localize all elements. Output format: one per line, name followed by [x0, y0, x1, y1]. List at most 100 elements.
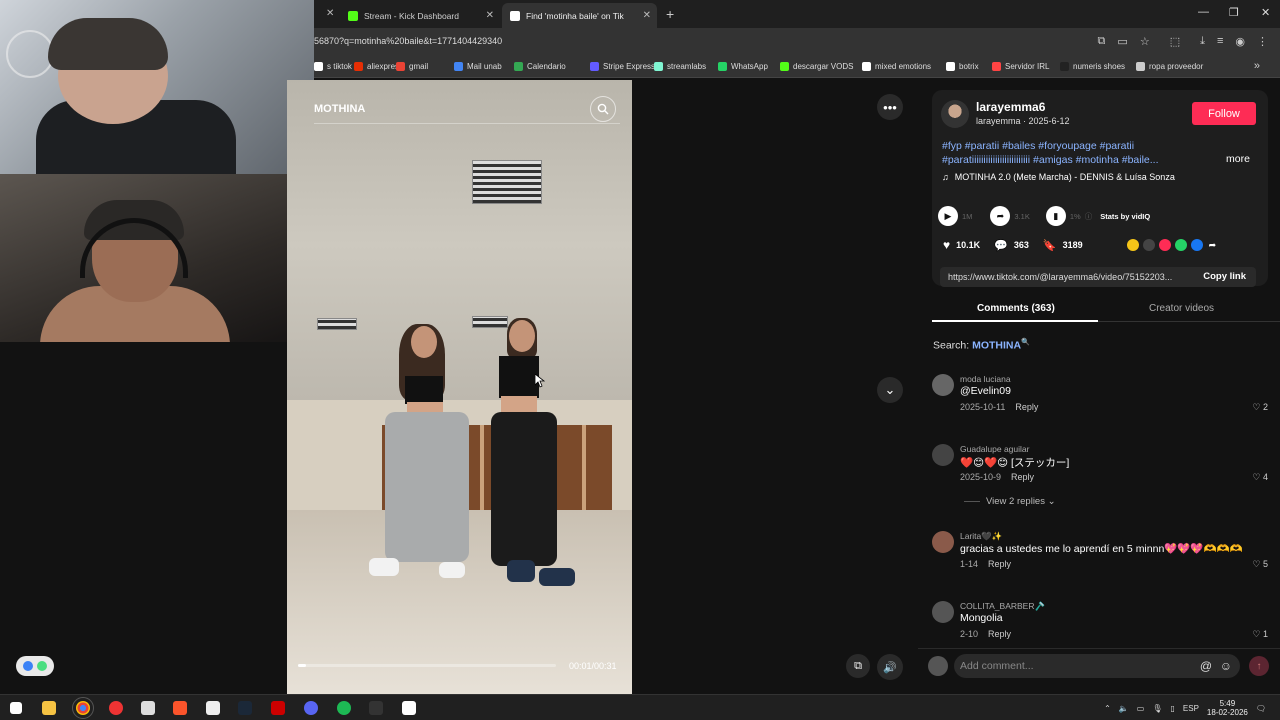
share-arrow-icon[interactable]: ➦: [990, 206, 1011, 226]
bookmarks-overflow-icon[interactable]: »: [1254, 60, 1260, 72]
cast-icon[interactable]: ▭: [1117, 35, 1127, 48]
minimize-icon[interactable]: —: [1198, 6, 1209, 18]
new-tab-button[interactable]: +: [666, 6, 674, 22]
bookmark-item[interactable]: Stripe Express: [590, 62, 655, 71]
send-icon[interactable]: [1158, 239, 1171, 251]
star-icon[interactable]: ☆: [1140, 35, 1150, 48]
bookmark-item[interactable]: Mail unab: [454, 62, 502, 71]
bookmark-item[interactable]: numeris shoes: [1060, 62, 1125, 71]
network-icon[interactable]: ▭: [1137, 704, 1145, 713]
chrome-icon[interactable]: [72, 697, 94, 719]
menu-list-icon[interactable]: ≡: [1217, 35, 1223, 48]
search-reference[interactable]: Search: MOTHINA🔍: [933, 338, 1030, 352]
comment-like[interactable]: ♡ 2: [1252, 402, 1268, 413]
kebab-menu-icon[interactable]: ⋮: [1257, 35, 1268, 48]
battery-icon[interactable]: ▯: [1171, 704, 1175, 713]
bookmark-item[interactable]: ropa proveedor: [1136, 62, 1203, 71]
play-icon[interactable]: ▶: [938, 206, 958, 226]
commenter-name[interactable]: Guadalupe aguilar: [960, 444, 1029, 454]
commenter-avatar[interactable]: [932, 531, 954, 553]
chevron-up-icon[interactable]: ⌃: [1104, 704, 1111, 713]
coin-icon[interactable]: [1126, 239, 1139, 251]
clock[interactable]: 5:49 18-02-2026: [1207, 699, 1248, 717]
bookmark-item[interactable]: descargar VODS: [780, 62, 853, 71]
extensions-icon[interactable]: ⬚: [1170, 35, 1180, 48]
username[interactable]: larayemma6: [976, 100, 1045, 114]
tab-tiktok-search[interactable]: Find 'motinha baile' on Tik ✕: [502, 3, 657, 28]
comment-like[interactable]: ♡ 4: [1252, 472, 1268, 483]
profile-icon[interactable]: ◉: [1235, 35, 1245, 48]
reply-button[interactable]: Reply: [1015, 402, 1038, 412]
tab-comments[interactable]: Comments (363): [977, 303, 1055, 314]
video-search-bar[interactable]: MOTHINA: [314, 94, 620, 124]
url-field[interactable]: 56870?q=motinha%20baile&t=1771404429340: [314, 36, 502, 46]
notifications-icon[interactable]: 🗨: [1256, 704, 1266, 713]
bookmark-item[interactable]: s tiktok: [314, 62, 352, 71]
translate-icon[interactable]: ⧉: [1098, 35, 1106, 48]
embed-icon[interactable]: [1142, 239, 1155, 251]
facebook-icon[interactable]: [1190, 239, 1203, 251]
copy-link-button[interactable]: Copy link: [1203, 271, 1246, 282]
mic-icon[interactable]: 🎙: [1152, 704, 1162, 713]
spotify-icon[interactable]: [337, 701, 351, 715]
speaker-icon[interactable]: 🔈: [1119, 704, 1129, 713]
brave-icon[interactable]: [173, 701, 187, 715]
store-icon[interactable]: [141, 701, 155, 715]
commenter-avatar[interactable]: [932, 374, 954, 396]
close-tab-icon[interactable]: ✕: [326, 8, 334, 19]
maximize-icon[interactable]: ❐: [1229, 6, 1239, 19]
chevron-down-icon[interactable]: ⌄: [877, 377, 903, 403]
more-link[interactable]: more: [1226, 153, 1250, 165]
vidiq-label[interactable]: Stats by vidIQ: [1100, 212, 1150, 221]
language[interactable]: ESP: [1183, 704, 1199, 713]
commenter-avatar[interactable]: [932, 601, 954, 623]
bookmark-item[interactable]: gmail: [396, 62, 428, 71]
bookmark-item[interactable]: streamlabs: [654, 62, 706, 71]
pip-icon[interactable]: ⧉: [846, 654, 870, 678]
bookmark-item[interactable]: WhatsApp: [718, 62, 768, 71]
download-icon[interactable]: ⤓: [1200, 35, 1205, 48]
follow-button[interactable]: Follow: [1192, 102, 1256, 125]
photos-icon[interactable]: [402, 701, 416, 715]
tab-creator-videos[interactable]: Creator videos: [1149, 303, 1214, 314]
video-editor-icon[interactable]: [271, 701, 285, 715]
bar-chart-icon[interactable]: ▮: [1045, 206, 1066, 226]
close-window-icon[interactable]: ✕: [1261, 6, 1270, 19]
share-more-icon[interactable]: ➦: [1209, 240, 1217, 251]
whatsapp-icon[interactable]: [1174, 239, 1187, 251]
reply-button[interactable]: Reply: [1011, 472, 1034, 482]
discord-icon[interactable]: [304, 701, 318, 715]
reply-button[interactable]: Reply: [988, 629, 1011, 639]
start-icon[interactable]: [10, 702, 22, 714]
more-options-icon[interactable]: •••: [877, 94, 903, 120]
volume-icon[interactable]: 🔊: [877, 654, 903, 680]
video-description[interactable]: #fyp #paratii #bailes #foryoupage #parat…: [942, 139, 1212, 167]
steam-icon[interactable]: [238, 701, 252, 715]
bookmark-item[interactable]: botrix: [946, 62, 979, 71]
file-explorer-icon[interactable]: [42, 701, 56, 715]
comment-like[interactable]: ♡ 5: [1252, 559, 1268, 570]
search-icon[interactable]: [590, 96, 616, 122]
reply-button[interactable]: Reply: [988, 559, 1011, 569]
bookmark-item[interactable]: aliexpres: [354, 62, 399, 71]
music-row[interactable]: ♫ MOTINHA 2.0 (Mete Marcha) - DENNIS & L…: [942, 172, 1175, 182]
bookmark-item[interactable]: mixed emotions: [862, 62, 931, 71]
view-replies-link[interactable]: View 2 replies ⌄: [964, 496, 1056, 507]
bookmark-item[interactable]: Servidor IRL: [992, 62, 1049, 71]
info-icon[interactable]: ⓘ: [1085, 211, 1093, 222]
send-comment-button[interactable]: ↑: [1249, 656, 1269, 676]
mention-icon[interactable]: @: [1200, 654, 1212, 678]
close-tab-icon[interactable]: ✕: [486, 10, 494, 21]
extension-pill[interactable]: [16, 656, 54, 676]
close-tab-icon[interactable]: ✕: [643, 10, 651, 21]
avatar[interactable]: [941, 100, 969, 128]
bookmark-item[interactable]: Calendario: [514, 62, 566, 71]
commenter-avatar[interactable]: [932, 444, 954, 466]
video-player[interactable]: [287, 80, 632, 694]
commenter-name[interactable]: COLLITA_BARBER🪒: [960, 601, 1045, 612]
comment-icon[interactable]: 💬: [994, 239, 1008, 252]
comment-like[interactable]: ♡ 1: [1252, 629, 1268, 640]
add-comment-input[interactable]: Add comment... @ ☺: [954, 654, 1240, 678]
epic-games-icon[interactable]: [369, 701, 383, 715]
tab-kick-dashboard[interactable]: Stream - Kick Dashboard ✕: [340, 3, 500, 28]
